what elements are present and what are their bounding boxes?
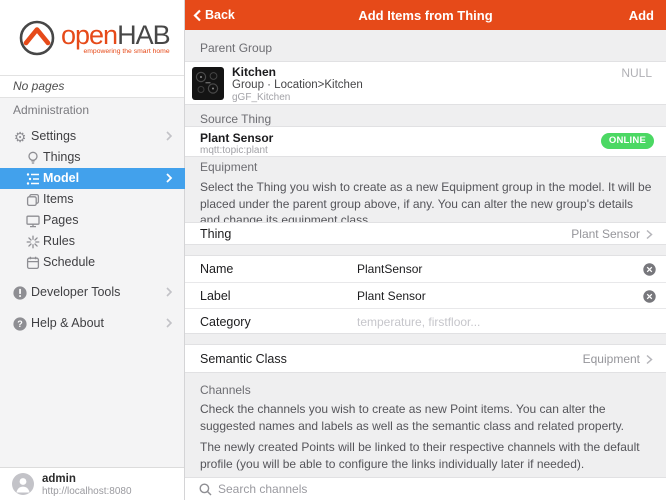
kitchen-thumbnail bbox=[192, 67, 224, 100]
parent-group-name: gGF_Kitchen bbox=[232, 92, 290, 103]
openhab-logo: openHAB empowering the smart home bbox=[17, 18, 170, 58]
sidebar-item-label: Schedule bbox=[43, 252, 95, 273]
model-icon bbox=[25, 171, 41, 187]
chevron-right-icon bbox=[163, 317, 175, 329]
openhab-logo-icon bbox=[17, 18, 57, 58]
logo-hab-text: HAB bbox=[117, 20, 170, 50]
sidebar-item-developer-tools[interactable]: Developer Tools bbox=[0, 282, 185, 303]
semantic-class-row[interactable]: Semantic Class Equipment bbox=[185, 344, 666, 373]
navbar: Back Add Items from Thing Add bbox=[185, 0, 666, 30]
logo-open-text: open bbox=[61, 20, 117, 50]
source-thing-item: Plant Sensor mqtt:topic:plant ONLINE bbox=[185, 126, 666, 157]
chevron-right-icon bbox=[163, 130, 175, 142]
status-badge: ONLINE bbox=[601, 133, 654, 149]
thing-row[interactable]: Thing Plant Sensor bbox=[185, 222, 666, 245]
openhab-logo-text: openHAB empowering the smart home bbox=[61, 22, 170, 49]
add-button[interactable]: Add bbox=[629, 8, 654, 23]
gear-icon: ⚙ bbox=[12, 129, 28, 145]
user-url: http://localhost:8080 bbox=[42, 486, 132, 497]
parent-group-item[interactable]: Kitchen Group · Location>Kitchen gGF_Kit… bbox=[185, 61, 666, 105]
label-input[interactable] bbox=[357, 283, 627, 308]
channels-description-2: The newly created Points will be linked … bbox=[200, 439, 652, 472]
lightbulb-icon bbox=[25, 150, 41, 166]
category-label: Category bbox=[200, 315, 251, 329]
developer-tools-icon bbox=[12, 285, 28, 301]
schedule-icon bbox=[25, 255, 41, 271]
pages-icon bbox=[25, 213, 41, 229]
thing-row-value[interactable]: Plant Sensor bbox=[571, 227, 654, 241]
name-row: Name bbox=[185, 256, 666, 282]
name-input[interactable] bbox=[357, 256, 627, 282]
search-icon bbox=[199, 483, 212, 496]
administration-section-label: Administration bbox=[13, 103, 89, 117]
rules-icon bbox=[25, 234, 41, 250]
logo-tagline: empowering the smart home bbox=[83, 49, 169, 56]
semantic-class-text: Equipment bbox=[583, 352, 640, 366]
sidebar-item-settings[interactable]: ⚙ Settings bbox=[0, 126, 185, 147]
label-label: Label bbox=[200, 289, 231, 303]
label-row: Label bbox=[185, 282, 666, 308]
svg-text:?: ? bbox=[17, 319, 23, 329]
help-icon: ? bbox=[12, 316, 28, 332]
sidebar-item-label: Developer Tools bbox=[31, 282, 120, 303]
chevron-right-icon bbox=[163, 286, 175, 298]
logo-area: openHAB empowering the smart home bbox=[0, 0, 184, 75]
app-window: openHAB empowering the smart home No pag… bbox=[0, 0, 666, 500]
parent-group-section-label: Parent Group bbox=[200, 41, 272, 55]
semantic-class-value[interactable]: Equipment bbox=[583, 352, 654, 366]
category-row: Category bbox=[185, 308, 666, 334]
sidebar-item-label: Pages bbox=[43, 210, 78, 231]
items-icon bbox=[25, 192, 41, 208]
chevron-right-icon bbox=[163, 172, 175, 184]
item-details-form: Name Label Category bbox=[185, 255, 666, 334]
clear-icon[interactable] bbox=[643, 263, 656, 276]
sidebar-item-label: Rules bbox=[43, 231, 75, 252]
channels-section-label: Channels bbox=[200, 383, 251, 397]
sidebar-item-label: Settings bbox=[31, 126, 76, 147]
channel-search-bar bbox=[185, 477, 666, 500]
parent-group-subtitle: Group · Location>Kitchen bbox=[232, 79, 363, 91]
sidebar-item-help-about[interactable]: ? Help & About bbox=[0, 313, 185, 334]
sidebar: openHAB empowering the smart home No pag… bbox=[0, 0, 185, 500]
chevron-right-icon bbox=[644, 229, 654, 240]
source-thing-title: Plant Sensor bbox=[200, 131, 273, 145]
source-thing-section-label: Source Thing bbox=[200, 112, 271, 126]
parent-group-title: Kitchen bbox=[232, 65, 276, 79]
user-name: admin bbox=[42, 473, 76, 485]
sidebar-item-label: Things bbox=[43, 147, 81, 168]
thing-row-label: Thing bbox=[200, 227, 231, 241]
sidebar-item-things[interactable]: Things bbox=[0, 147, 185, 168]
category-input[interactable] bbox=[357, 309, 627, 334]
user-panel[interactable]: admin http://localhost:8080 bbox=[0, 467, 184, 500]
main-panel: Back Add Items from Thing Add Parent Gro… bbox=[185, 0, 666, 500]
sidebar-item-items[interactable]: Items bbox=[0, 189, 185, 210]
sidebar-item-model[interactable]: Model bbox=[0, 168, 185, 189]
thing-value-text: Plant Sensor bbox=[571, 227, 640, 241]
sidebar-item-schedule[interactable]: Schedule bbox=[0, 252, 185, 273]
clear-icon[interactable] bbox=[643, 290, 656, 303]
page-title: Add Items from Thing bbox=[185, 8, 666, 23]
sidebar-item-label: Help & About bbox=[31, 313, 104, 334]
equipment-section-label: Equipment bbox=[200, 160, 257, 174]
sidebar-item-label: Items bbox=[43, 189, 74, 210]
source-thing-uid: mqtt:topic:plant bbox=[200, 145, 268, 156]
semantic-class-label: Semantic Class bbox=[200, 352, 287, 366]
name-label: Name bbox=[200, 262, 233, 276]
parent-group-state: NULL bbox=[621, 66, 652, 80]
sidebar-item-pages[interactable]: Pages bbox=[0, 210, 185, 231]
no-pages-label: No pages bbox=[0, 75, 184, 98]
avatar-icon bbox=[12, 473, 34, 495]
chevron-right-icon bbox=[644, 354, 654, 365]
search-channels-input[interactable] bbox=[218, 478, 638, 500]
channels-description-1: Check the channels you wish to create as… bbox=[200, 401, 652, 434]
sidebar-item-rules[interactable]: Rules bbox=[0, 231, 185, 252]
sidebar-item-label: Model bbox=[43, 168, 79, 189]
